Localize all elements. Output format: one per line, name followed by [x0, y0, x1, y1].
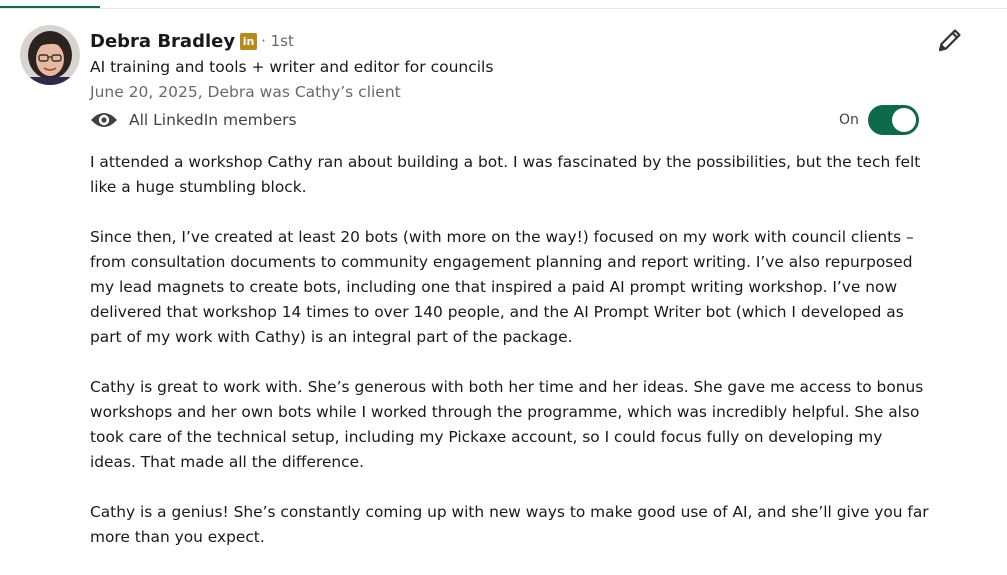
recommendation-text: I attended a workshop Cathy ran about bu…	[90, 150, 930, 575]
author-name-row: Debra Bradley in · 1st	[90, 29, 294, 53]
recommendation-paragraph: I attended a workshop Cathy ran about bu…	[90, 153, 921, 196]
visibility-toggle[interactable]	[868, 105, 919, 135]
recommendation-paragraph: Cathy is a genius! She’s constantly comi…	[90, 503, 929, 546]
recommendation-paragraph: Cathy is great to work with. She’s gener…	[90, 378, 924, 471]
recommendation-meta: June 20, 2025, Debra was Cathy’s client	[90, 83, 401, 101]
avatar[interactable]	[20, 25, 80, 85]
visibility-setting: All LinkedIn members	[90, 107, 297, 133]
tab-bar-divider	[0, 8, 1007, 9]
visibility-label: All LinkedIn members	[129, 111, 297, 129]
linkedin-premium-icon: in	[240, 32, 258, 50]
pencil-icon[interactable]	[936, 26, 964, 54]
connection-degree: · 1st	[261, 32, 294, 50]
recommendation-paragraph: Since then, I’ve created at least 20 bot…	[90, 228, 914, 346]
author-name[interactable]: Debra Bradley	[90, 31, 235, 52]
eye-icon	[90, 110, 118, 130]
author-headline: AI training and tools + writer and edito…	[90, 58, 494, 76]
toggle-knob	[892, 108, 916, 132]
toggle-state-label: On	[839, 112, 859, 128]
